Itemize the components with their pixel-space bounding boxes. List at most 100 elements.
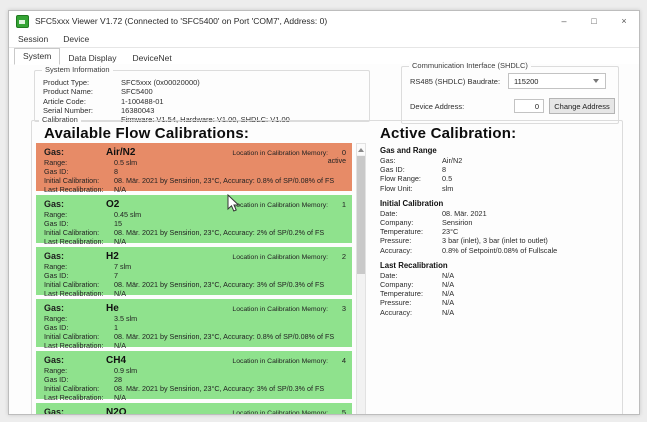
row-value: N/A (442, 298, 454, 307)
location-value: 3 (328, 304, 346, 313)
row-label: Company: (380, 218, 442, 227)
active-calibration-heading: Active Calibration: (380, 125, 516, 142)
calibration-card-air-n2[interactable]: Gas: Air/N2 Location in Calibration Memo… (36, 143, 352, 191)
gas-and-range-section: Gas and Range Gas:Air/N2 Gas ID:8 Flow R… (380, 145, 620, 193)
section-title: Gas and Range (380, 145, 620, 156)
row-value: slm (442, 184, 453, 193)
product-name-label: Product Name: (43, 87, 121, 96)
scrollbar-thumb[interactable] (357, 156, 365, 274)
row-value: Air/N2 (442, 156, 462, 165)
serial-number-row: Serial Number: 16380043 (43, 106, 369, 115)
gas-name: CH4 (106, 355, 126, 366)
product-type-label: Product Type: (43, 78, 121, 87)
card-header: Gas: H2 Location in Calibration Memory: … (36, 250, 352, 262)
gas-name: He (106, 303, 119, 314)
system-information-rows: Product Type: SFC5xxx (0x00020000) Produ… (35, 71, 369, 124)
calibration-card-h2[interactable]: Gas: H2 Location in Calibration Memory: … (36, 247, 352, 295)
gas-label: Gas: (44, 251, 106, 261)
section-title: Initial Calibration (380, 198, 620, 209)
article-code-value: 1-100488-01 (121, 97, 164, 106)
row-label: Date: (380, 271, 442, 280)
maximize-icon[interactable]: □ (579, 11, 609, 31)
row-label: Flow Unit: (380, 184, 442, 193)
row-value: 0.5 (442, 174, 452, 183)
calibration-card-o2[interactable]: Gas: O2 Location in Calibration Memory: … (36, 195, 352, 243)
tab-data-display[interactable]: Data Display (60, 51, 124, 65)
app-window: SFC5xxx Viewer V1.72 (Connected to 'SFC5… (8, 10, 640, 415)
scroll-up-button[interactable] (357, 144, 365, 155)
initial-calibration-value: 08. Mär. 2021 by Sensirion, 23°C, Accura… (114, 281, 324, 290)
serial-number-label: Serial Number: (43, 106, 121, 115)
row-value: 8 (442, 165, 446, 174)
section-title: Last Recalibration (380, 260, 620, 271)
baudrate-label: RS485 (SHDLC) Baudrate: (410, 77, 500, 86)
gas-name: Air/N2 (106, 147, 135, 158)
baudrate-select[interactable]: 115200 (508, 73, 606, 89)
row-value: N/A (442, 280, 454, 289)
card-details: Range:0.45 slm Gas ID:15 Initial Calibra… (36, 210, 352, 247)
close-icon[interactable]: × (609, 11, 639, 31)
chevron-down-icon (593, 78, 600, 85)
product-name-value: SFC5400 (121, 87, 153, 96)
initial-calibration-section: Initial Calibration Date:08. Mär. 2021 C… (380, 198, 620, 255)
row-value: N/A (442, 308, 454, 317)
gas-name: H2 (106, 251, 119, 262)
device-address-input[interactable] (514, 99, 544, 113)
calibration-list-scrollbar[interactable] (356, 143, 366, 415)
location-value: 0 (328, 148, 346, 157)
product-type-value: SFC5xxx (0x00020000) (121, 78, 200, 87)
system-tab-page: System Information Product Type: SFC5xxx… (9, 64, 639, 414)
calibration-group: Calibration Available Flow Calibrations:… (31, 120, 623, 415)
location-label: Location in Calibration Memory: (232, 306, 328, 313)
app-icon (16, 15, 29, 28)
gas-label: Gas: (44, 147, 106, 157)
tab-devicenet[interactable]: DeviceNet (125, 51, 180, 65)
menu-device[interactable]: Device (63, 34, 89, 44)
communication-interface-legend: Communication Interface (SHDLC) (409, 61, 531, 71)
change-address-button[interactable]: Change Address (549, 98, 615, 114)
row-label: Temperature: (380, 289, 442, 298)
article-code-row: Article Code: 1-100488-01 (43, 97, 369, 106)
baudrate-value: 115200 (509, 77, 593, 86)
system-information-legend: System Information (42, 65, 113, 75)
last-recalibration-value: N/A (114, 290, 126, 299)
row-label: Temperature: (380, 227, 442, 236)
row-label: Gas ID: (380, 165, 442, 174)
row-value: N/A (442, 289, 454, 298)
article-code-label: Article Code: (43, 97, 121, 106)
row-value: Sensirion (442, 218, 472, 227)
tab-strip: System Data Display DeviceNet (9, 48, 639, 65)
tab-system[interactable]: System (14, 48, 60, 65)
gas-label: Gas: (44, 303, 106, 313)
location-value: 5 (328, 408, 346, 415)
window-controls: – □ × (549, 11, 639, 31)
gas-label: Gas: (44, 199, 106, 209)
minimize-icon[interactable]: – (549, 11, 579, 31)
communication-interface-group: Communication Interface (SHDLC) RS485 (S… (401, 66, 619, 124)
location-value: 1 (328, 200, 346, 209)
calibration-card-n2o[interactable]: Gas: N2O Location in Calibration Memory:… (36, 403, 352, 415)
location-value: 4 (328, 356, 346, 365)
last-recalibration-label: Last Recalibration: (44, 342, 114, 351)
gas-name: O2 (106, 199, 119, 210)
menu-session[interactable]: Session (18, 34, 48, 44)
calibration-card-ch4[interactable]: Gas: CH4 Location in Calibration Memory:… (36, 351, 352, 399)
card-header: Gas: O2 Location in Calibration Memory: … (36, 198, 352, 210)
last-recalibration-label: Last Recalibration: (44, 394, 114, 403)
device-address-label: Device Address: (410, 102, 464, 111)
last-recalibration-label: Last Recalibration: (44, 186, 114, 195)
row-label: Accuracy: (380, 308, 442, 317)
row-label: Accuracy: (380, 246, 442, 255)
product-type-row: Product Type: SFC5xxx (0x00020000) (43, 78, 369, 87)
card-header: Gas: N2O Location in Calibration Memory:… (36, 406, 352, 415)
card-header: Gas: CH4 Location in Calibration Memory:… (36, 354, 352, 366)
calibration-card-he[interactable]: Gas: He Location in Calibration Memory: … (36, 299, 352, 347)
last-recalibration-label: Last Recalibration: (44, 290, 114, 299)
initial-calibration-value: 08. Mär. 2021 by Sensirion, 23°C, Accura… (114, 229, 324, 238)
gas-label: Gas: (44, 355, 106, 365)
row-label: Pressure: (380, 298, 442, 307)
last-recalibration-value: N/A (114, 238, 126, 247)
row-value: 3 bar (inlet), 3 bar (inlet to outlet) (442, 236, 548, 245)
available-calibrations-heading: Available Flow Calibrations: (44, 125, 249, 142)
last-recalibration-label: Last Recalibration: (44, 238, 114, 247)
